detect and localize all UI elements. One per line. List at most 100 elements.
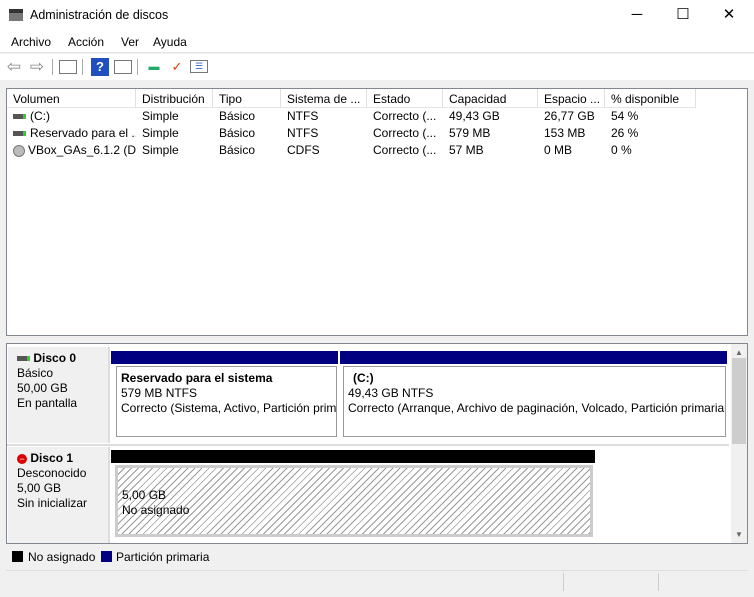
column-header-distribucion[interactable]: Distribución (136, 89, 213, 108)
vertical-scrollbar[interactable]: ▲ ▼ (731, 344, 747, 543)
menu-accion[interactable]: Acción (68, 35, 104, 49)
partition-size: 5,00 GB (122, 488, 167, 502)
cell-text: VBox_GAs_6.1.2 (D:) (28, 143, 136, 157)
cell-text: CDFS (287, 143, 320, 157)
cell-text: Simple (142, 143, 179, 157)
disk-type: Desconocido (17, 466, 87, 480)
cell-text: Simple (142, 126, 179, 140)
partition-size: 579 MB NTFS (121, 386, 198, 400)
disk-name: Disco 1 (30, 451, 74, 465)
cell-text: Correcto (... (373, 143, 437, 157)
cell-text: 26,77 GB (544, 109, 595, 123)
table-cell[interactable]: (C:) (7, 109, 136, 126)
disk-icon (17, 356, 30, 362)
cell-text: Correcto (... (373, 126, 437, 140)
cell-text: Básico (219, 143, 256, 157)
scrollbar-thumb[interactable] (732, 358, 746, 444)
show-action-pane-icon[interactable] (114, 60, 132, 74)
disk-name: Disco 0 (33, 351, 77, 365)
partition-bar-primary (340, 351, 727, 364)
cell-text: (C:) (30, 109, 50, 123)
table-cell[interactable]: 0 MB (538, 143, 605, 160)
checklist-icon[interactable]: ✓ (168, 58, 186, 76)
table-cell[interactable]: Simple (136, 143, 213, 160)
table-cell[interactable]: Básico (213, 143, 281, 160)
table-cell[interactable]: Correcto (... (367, 109, 443, 126)
table-cell[interactable]: 579 MB (443, 126, 538, 143)
menu-bar: Archivo Acción Ver Ayuda (0, 31, 754, 53)
table-cell[interactable]: Reservado para el ... (7, 126, 136, 143)
volume-icon (13, 114, 26, 120)
back-icon[interactable]: ⇦ (5, 58, 23, 76)
volume-list: Volumen Distribución Tipo Sistema de ...… (6, 88, 748, 336)
legend-label: Partición primaria (116, 550, 210, 564)
disk-1-label[interactable]: − Disco 1 Desconocido 5,00 GB Sin inicia… (8, 447, 110, 543)
show-hide-console-tree-icon[interactable] (59, 60, 77, 74)
disk-graphical-view: Disco 0 Básico 50,00 GB En pantalla Rese… (6, 343, 748, 544)
table-cell[interactable]: VBox_GAs_6.1.2 (D:) (7, 143, 136, 160)
separator (82, 59, 83, 75)
status-bar (6, 570, 748, 592)
cell-text: Básico (219, 126, 256, 140)
cell-text: Simple (142, 109, 179, 123)
table-cell[interactable]: Básico (213, 109, 281, 126)
cell-text: 0 MB (544, 143, 573, 157)
column-header-volumen[interactable]: Volumen (7, 89, 136, 108)
cell-text: NTFS (287, 109, 319, 123)
column-header-espacio[interactable]: Espacio ... (538, 89, 605, 108)
menu-ayuda[interactable]: Ayuda (153, 35, 187, 49)
column-header-sistema[interactable]: Sistema de ... (281, 89, 367, 108)
menu-archivo[interactable]: Archivo (11, 35, 51, 49)
table-cell[interactable]: Simple (136, 109, 213, 126)
scroll-down-icon[interactable]: ▼ (735, 530, 743, 539)
connect-disk-icon[interactable]: ▬ (145, 58, 163, 76)
table-cell[interactable]: 49,43 GB (443, 109, 538, 126)
disk-type: Básico (17, 366, 54, 380)
partition-name: (C:) (353, 371, 374, 385)
cell-text: 0 % (611, 143, 632, 157)
menu-ver[interactable]: Ver (121, 35, 139, 49)
app-icon (9, 9, 23, 21)
maximize-button[interactable]: ☐ (660, 0, 706, 31)
minimize-button[interactable]: ─ (614, 0, 660, 31)
scroll-up-icon[interactable]: ▲ (735, 348, 743, 357)
table-cell[interactable]: 153 MB (538, 126, 605, 143)
window-title: Administración de discos (30, 8, 169, 22)
table-cell[interactable]: 26,77 GB (538, 109, 605, 126)
table-cell[interactable]: NTFS (281, 126, 367, 143)
properties-icon[interactable]: ☰ (190, 60, 208, 73)
cell-text: 153 MB (544, 126, 586, 140)
column-header-disponible[interactable]: % disponible (605, 89, 696, 108)
partition-c[interactable]: (C:) 49,43 GB NTFS Correcto (Arranque, A… (343, 366, 726, 437)
disk-0-label[interactable]: Disco 0 Básico 50,00 GB En pantalla (8, 347, 110, 443)
legend: No asignado Partición primaria (6, 546, 748, 568)
disk-error-icon: − (17, 453, 27, 464)
toolbar: ⇦ ⇨ ? ▬ ✓ ☰ (0, 54, 754, 80)
table-cell[interactable]: Simple (136, 126, 213, 143)
column-header-capacidad[interactable]: Capacidad (443, 89, 538, 108)
column-header-estado[interactable]: Estado (367, 89, 443, 108)
splitter[interactable] (0, 336, 754, 343)
forward-icon[interactable]: ⇨ (28, 58, 46, 76)
cell-text: NTFS (287, 126, 319, 140)
table-cell[interactable]: Correcto (... (367, 143, 443, 160)
legend-swatch-primary (101, 551, 112, 562)
table-cell[interactable]: 54 % (605, 109, 696, 126)
cell-text: 579 MB (449, 126, 491, 140)
partition-reserved[interactable]: Reservado para el sistema 579 MB NTFS Co… (116, 366, 337, 437)
table-cell[interactable]: 0 % (605, 143, 696, 160)
table-cell[interactable]: NTFS (281, 109, 367, 126)
unallocated-space[interactable]: 5,00 GB No asignado (115, 465, 593, 537)
separator (52, 59, 53, 75)
table-cell[interactable]: 57 MB (443, 143, 538, 160)
table-cell[interactable]: Correcto (... (367, 126, 443, 143)
table-cell[interactable]: CDFS (281, 143, 367, 160)
column-header-tipo[interactable]: Tipo (213, 89, 281, 108)
table-cell[interactable]: 26 % (605, 126, 696, 143)
legend-label: No asignado (28, 550, 96, 564)
title-bar: Administración de discos ─ ☐ ✕ (0, 0, 754, 31)
disk-size: 50,00 GB (17, 381, 68, 395)
table-cell[interactable]: Básico (213, 126, 281, 143)
help-icon[interactable]: ? (91, 58, 109, 76)
close-button[interactable]: ✕ (706, 0, 752, 31)
